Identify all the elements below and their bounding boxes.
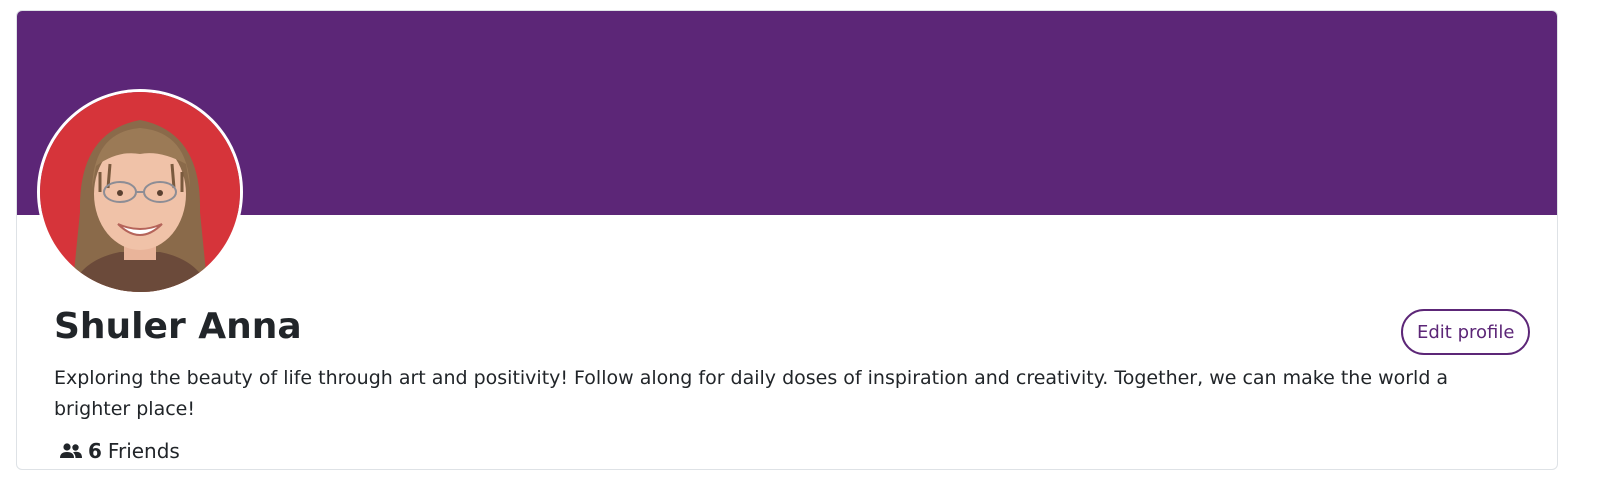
- friends-link[interactable]: 6 Friends: [60, 437, 180, 465]
- profile-card: Shuler Anna Edit profile Exploring the b…: [16, 10, 1558, 470]
- friends-label: Friends: [107, 439, 180, 463]
- profile-bio: Exploring the beauty of life through art…: [54, 367, 1449, 420]
- edit-profile-button[interactable]: Edit profile: [1401, 309, 1531, 355]
- friends-count: 6: [88, 439, 102, 463]
- cover-banner: [17, 11, 1557, 215]
- people-icon: [60, 443, 82, 459]
- avatar[interactable]: [37, 89, 243, 295]
- profile-name: Shuler Anna: [54, 306, 302, 347]
- profile-photo-icon: [40, 92, 240, 292]
